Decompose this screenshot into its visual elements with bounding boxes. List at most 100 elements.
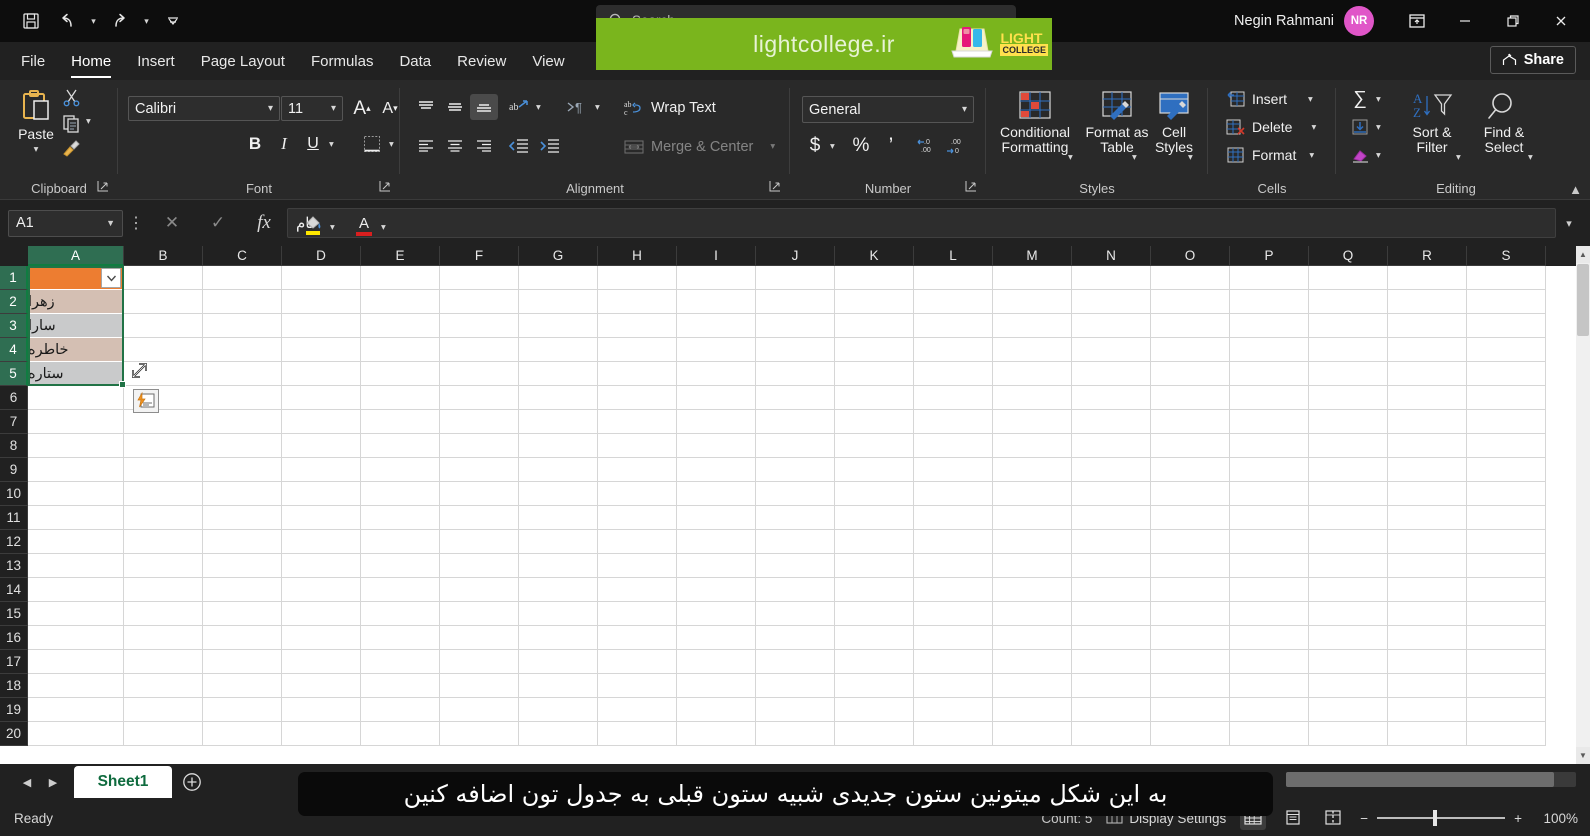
cell-M6[interactable]	[993, 386, 1072, 410]
cell-J11[interactable]	[756, 506, 835, 530]
column-header-k[interactable]: K	[835, 246, 914, 266]
cell-D9[interactable]	[282, 458, 361, 482]
cell-K19[interactable]	[835, 698, 914, 722]
column-header-j[interactable]: J	[756, 246, 835, 266]
cell-E19[interactable]	[361, 698, 440, 722]
zoom-track[interactable]	[1377, 817, 1505, 819]
cell-L19[interactable]	[914, 698, 993, 722]
column-header-q[interactable]: Q	[1309, 246, 1388, 266]
cell-M19[interactable]	[993, 698, 1072, 722]
cell-J7[interactable]	[756, 410, 835, 434]
cell-S5[interactable]	[1467, 362, 1546, 386]
cell-P10[interactable]	[1230, 482, 1309, 506]
decrease-decimal-button[interactable]: .000	[941, 133, 969, 159]
column-header-e[interactable]: E	[361, 246, 440, 266]
alignment-dialog-launcher[interactable]	[769, 180, 784, 195]
tab-insert[interactable]: Insert	[124, 42, 188, 80]
customize-qat-icon[interactable]	[156, 6, 190, 36]
cell-H16[interactable]	[598, 626, 677, 650]
sort-filter-dropdown-icon[interactable]: ▾	[1456, 152, 1461, 163]
cell-S14[interactable]	[1467, 578, 1546, 602]
cell-A2[interactable]: زهرا	[28, 290, 124, 314]
cell-P4[interactable]	[1230, 338, 1309, 362]
cell-styles-button[interactable]: Cell Styles	[1146, 86, 1202, 168]
cell-K11[interactable]	[835, 506, 914, 530]
cell-C4[interactable]	[203, 338, 282, 362]
cell-A12[interactable]	[28, 530, 124, 554]
cell-B8[interactable]	[124, 434, 203, 458]
cell-K13[interactable]	[835, 554, 914, 578]
cell-S6[interactable]	[1467, 386, 1546, 410]
font-dialog-launcher[interactable]	[379, 180, 394, 195]
cell-J19[interactable]	[756, 698, 835, 722]
cell-J17[interactable]	[756, 650, 835, 674]
cell-N4[interactable]	[1072, 338, 1151, 362]
cell-L20[interactable]	[914, 722, 993, 746]
cell-R7[interactable]	[1388, 410, 1467, 434]
cell-Q2[interactable]	[1309, 290, 1388, 314]
cell-D4[interactable]	[282, 338, 361, 362]
cell-N14[interactable]	[1072, 578, 1151, 602]
cell-H3[interactable]	[598, 314, 677, 338]
cell-A4[interactable]: خاطره	[28, 338, 124, 362]
cell-H2[interactable]	[598, 290, 677, 314]
cell-I19[interactable]	[677, 698, 756, 722]
cell-J8[interactable]	[756, 434, 835, 458]
autosum-button[interactable]: ∑	[1346, 86, 1374, 112]
conditional-formatting-button[interactable]: Conditional Formatting	[990, 86, 1080, 168]
cell-D11[interactable]	[282, 506, 361, 530]
insert-cells-dropdown-icon[interactable]: ▾	[1308, 94, 1313, 105]
cell-N19[interactable]	[1072, 698, 1151, 722]
cell-Q19[interactable]	[1309, 698, 1388, 722]
row-header-16[interactable]: 16	[0, 626, 28, 650]
cell-O13[interactable]	[1151, 554, 1230, 578]
cell-B14[interactable]	[124, 578, 203, 602]
cell-E15[interactable]	[361, 602, 440, 626]
insert-function-icon[interactable]: fx	[241, 208, 287, 238]
cell-O19[interactable]	[1151, 698, 1230, 722]
cell-J15[interactable]	[756, 602, 835, 626]
cell-F10[interactable]	[440, 482, 519, 506]
wrap-text-button[interactable]: abc Wrap Text	[618, 94, 722, 121]
cell-B7[interactable]	[124, 410, 203, 434]
next-sheet-icon[interactable]: ▶	[42, 770, 64, 794]
cell-D3[interactable]	[282, 314, 361, 338]
zoom-slider[interactable]: − +	[1360, 811, 1522, 826]
cell-A5[interactable]: ستاره	[28, 362, 124, 386]
cell-Q9[interactable]	[1309, 458, 1388, 482]
cell-J13[interactable]	[756, 554, 835, 578]
cell-I14[interactable]	[677, 578, 756, 602]
cell-S18[interactable]	[1467, 674, 1546, 698]
cell-D16[interactable]	[282, 626, 361, 650]
cell-I8[interactable]	[677, 434, 756, 458]
copy-button[interactable]	[58, 111, 84, 135]
cell-A20[interactable]	[28, 722, 124, 746]
cell-F2[interactable]	[440, 290, 519, 314]
column-header-m[interactable]: M	[993, 246, 1072, 266]
cut-button[interactable]	[58, 85, 84, 109]
cell-O16[interactable]	[1151, 626, 1230, 650]
cell-K4[interactable]	[835, 338, 914, 362]
cell-H1[interactable]	[598, 266, 677, 290]
cell-R16[interactable]	[1388, 626, 1467, 650]
page-break-preview-icon[interactable]	[1320, 806, 1346, 830]
cell-M18[interactable]	[993, 674, 1072, 698]
currency-button[interactable]: $	[802, 133, 828, 159]
cell-I10[interactable]	[677, 482, 756, 506]
tab-review[interactable]: Review	[444, 42, 519, 80]
number-dialog-launcher[interactable]	[965, 180, 980, 195]
cell-M13[interactable]	[993, 554, 1072, 578]
cell-R19[interactable]	[1388, 698, 1467, 722]
cell-E11[interactable]	[361, 506, 440, 530]
cell-L13[interactable]	[914, 554, 993, 578]
italic-button[interactable]: I	[271, 131, 297, 157]
cell-G14[interactable]	[519, 578, 598, 602]
increase-decimal-button[interactable]: .0.00	[912, 133, 940, 159]
cell-O10[interactable]	[1151, 482, 1230, 506]
cell-B5[interactable]	[124, 362, 203, 386]
cell-J5[interactable]	[756, 362, 835, 386]
cell-L7[interactable]	[914, 410, 993, 434]
cell-B17[interactable]	[124, 650, 203, 674]
underline-button[interactable]: U	[300, 131, 326, 157]
cell-K9[interactable]	[835, 458, 914, 482]
